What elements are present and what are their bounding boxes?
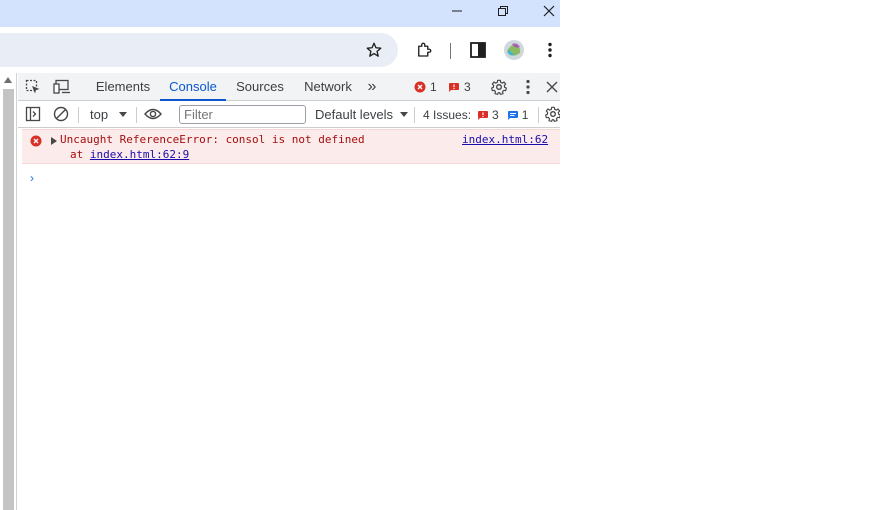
scroll-up-arrow-icon[interactable] bbox=[4, 77, 12, 83]
error-icon bbox=[414, 81, 426, 93]
show-sidebar-button[interactable] bbox=[24, 106, 42, 122]
console-error-message: Uncaught ReferenceError: consol is not d… bbox=[22, 129, 560, 164]
stack-trace-link[interactable]: index.html:62:9 bbox=[90, 148, 189, 161]
expand-triangle-icon[interactable] bbox=[50, 137, 58, 145]
dropdown-arrow-icon bbox=[399, 112, 408, 117]
star-icon bbox=[366, 42, 382, 57]
context-label: top bbox=[90, 107, 109, 122]
menu-icon bbox=[548, 42, 552, 58]
levels-label: Default levels bbox=[315, 107, 394, 122]
profile-avatar bbox=[504, 40, 524, 60]
live-expression-button[interactable] bbox=[142, 106, 164, 122]
gear-icon bbox=[491, 79, 507, 95]
page-scrollbar[interactable] bbox=[0, 73, 17, 510]
error-counter[interactable]: 1 bbox=[414, 73, 437, 101]
info-message-icon bbox=[507, 110, 518, 120]
chrome-menu-button[interactable] bbox=[536, 36, 560, 64]
issues-label: 4 Issues: bbox=[423, 107, 472, 122]
restore-button[interactable] bbox=[480, 0, 526, 22]
side-panel-icon bbox=[470, 42, 486, 58]
console-prompt[interactable]: › bbox=[30, 171, 34, 185]
kebab-menu-icon bbox=[526, 79, 530, 95]
issues-counter[interactable]: 3 bbox=[448, 73, 471, 101]
browser-toolbar bbox=[0, 27, 560, 73]
bookmark-button[interactable] bbox=[360, 36, 388, 64]
scrollbar-thumb[interactable] bbox=[3, 89, 14, 510]
error-icon bbox=[30, 135, 42, 147]
error-text: Uncaught ReferenceError: consol is not d… bbox=[60, 133, 365, 146]
inspect-element-icon bbox=[25, 79, 40, 94]
tab-console[interactable]: Console bbox=[160, 73, 226, 101]
devtools-settings-button[interactable] bbox=[490, 79, 508, 95]
toolbar-divider bbox=[450, 43, 451, 59]
minimize-icon bbox=[452, 10, 462, 12]
error-count: 1 bbox=[430, 80, 437, 94]
dropdown-arrow-icon bbox=[118, 112, 127, 117]
filter-input[interactable] bbox=[179, 105, 306, 124]
device-toggle-icon bbox=[53, 79, 70, 94]
warning-count: 3 bbox=[464, 80, 471, 94]
log-levels-dropdown[interactable]: Default levels bbox=[315, 101, 409, 128]
error-source-link[interactable]: index.html:62 bbox=[462, 133, 548, 146]
toolbar-divider bbox=[78, 107, 79, 123]
tab-elements[interactable]: Elements bbox=[90, 73, 156, 101]
profile-button[interactable] bbox=[500, 36, 528, 64]
address-bar[interactable] bbox=[0, 33, 398, 67]
devtools-panel: Elements Console Sources Network » 1 3 t… bbox=[0, 73, 560, 510]
issues-button[interactable]: 4 Issues: 3 1 bbox=[423, 101, 528, 128]
title-bar bbox=[0, 0, 560, 27]
minimize-button[interactable] bbox=[434, 0, 480, 22]
side-panel-button[interactable] bbox=[464, 36, 492, 64]
extensions-icon bbox=[418, 42, 432, 57]
tab-network[interactable]: Network bbox=[298, 73, 358, 101]
console-settings-button[interactable] bbox=[544, 106, 560, 122]
close-icon bbox=[543, 5, 555, 17]
close-window-button[interactable] bbox=[526, 0, 560, 22]
devtools-tab-bar: Elements Console Sources Network » 1 3 bbox=[18, 73, 560, 101]
toolbar-divider bbox=[538, 107, 539, 123]
toolbar-divider bbox=[136, 107, 137, 123]
issue-flag-icon bbox=[478, 110, 489, 120]
customize-devtools-button[interactable] bbox=[520, 79, 536, 95]
tab-sources[interactable]: Sources bbox=[230, 73, 290, 101]
clear-console-button[interactable] bbox=[52, 106, 70, 122]
context-selector[interactable]: top bbox=[90, 101, 128, 128]
toolbar-divider bbox=[414, 107, 415, 123]
stack-prefix: at bbox=[70, 148, 90, 161]
console-toolbar: top Default levels 4 Issues: 3 1 bbox=[18, 101, 560, 128]
restore-icon bbox=[498, 6, 508, 16]
device-toolbar-button[interactable] bbox=[52, 79, 72, 95]
close-devtools-button[interactable] bbox=[544, 79, 560, 95]
inspect-element-button[interactable] bbox=[24, 79, 42, 95]
eye-icon bbox=[144, 108, 162, 120]
issues-info-count: 1 bbox=[521, 107, 529, 122]
gear-icon bbox=[545, 106, 560, 122]
issue-flag-icon bbox=[449, 83, 459, 92]
issues-error-count: 3 bbox=[492, 107, 499, 122]
stack-trace-line: at index.html:62:9 bbox=[70, 148, 189, 161]
browser-window: Elements Console Sources Network » 1 3 t… bbox=[0, 0, 560, 510]
close-icon bbox=[546, 81, 558, 93]
clear-console-icon bbox=[53, 106, 69, 122]
extensions-button[interactable] bbox=[410, 36, 438, 64]
more-tabs-button[interactable]: » bbox=[362, 73, 382, 101]
sidebar-toggle-icon bbox=[25, 106, 41, 122]
